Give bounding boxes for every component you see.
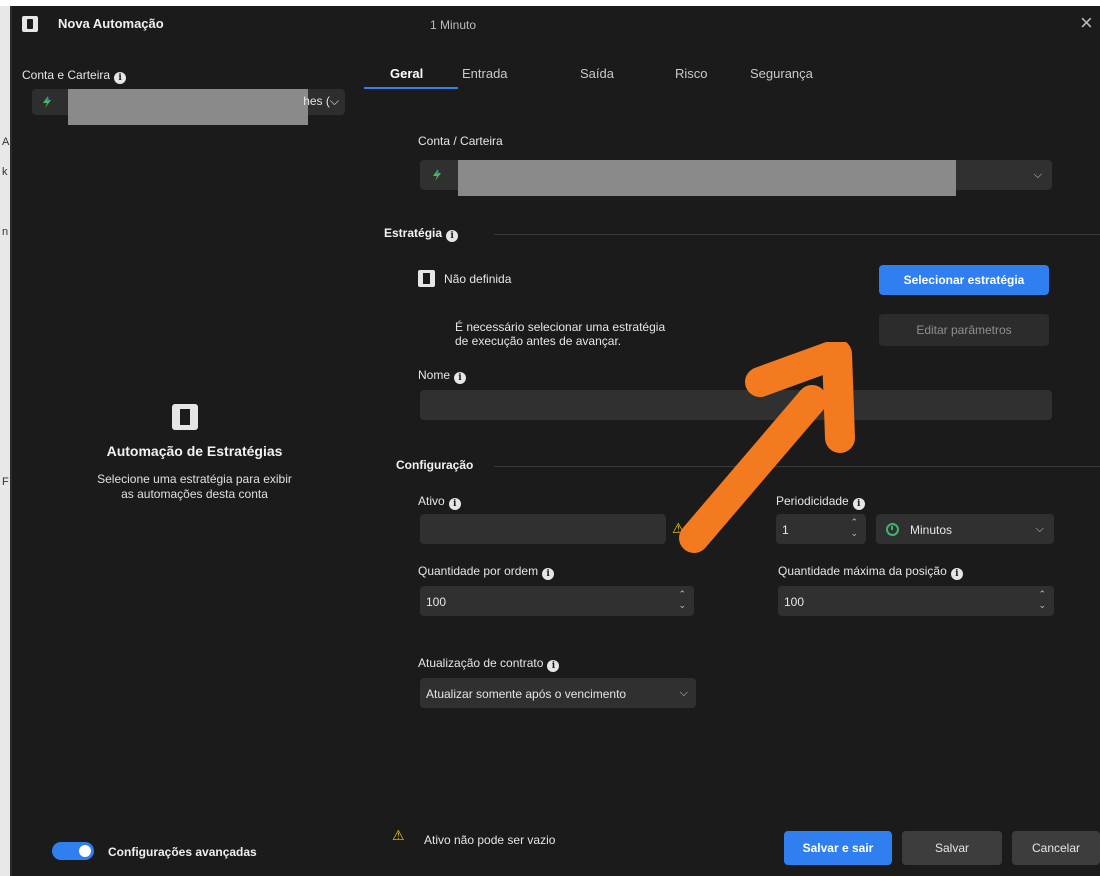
tower-icon: [22, 16, 38, 32]
info-icon: i: [542, 568, 555, 580]
qty-max-input[interactable]: 100 ⌃ ⌄: [778, 586, 1054, 616]
dialog-subtitle: 1 Minuto: [430, 18, 477, 32]
save-button[interactable]: Salvar: [902, 831, 1002, 865]
qty-order-input[interactable]: 100 ⌃ ⌄: [420, 586, 694, 616]
dialog-title: Nova Automação: [58, 16, 164, 31]
bolt-icon: [433, 169, 441, 181]
tower-icon: [172, 404, 198, 430]
title-bar: Nova Automação 1 Minuto ×: [12, 6, 1100, 46]
save-and-exit-button[interactable]: Salvar e sair: [784, 831, 892, 865]
empty-state-title: Automação de Estratégias: [106, 443, 283, 459]
empty-state-description: Selecione uma estratégia para exibir as …: [97, 472, 292, 501]
qty-max-label: Quantidade máxima da posição i: [778, 564, 963, 580]
bolt-icon: [43, 96, 51, 108]
tab-saida[interactable]: Saída: [580, 66, 614, 81]
tab-geral[interactable]: Geral: [390, 66, 423, 81]
tab-entrada[interactable]: Entrada: [462, 66, 508, 81]
info-icon: i: [454, 372, 467, 384]
account-wallet-select[interactable]: hes (⌵: [32, 89, 345, 125]
name-label: Nome i: [418, 368, 467, 384]
advanced-settings-label: Configurações avançadas: [108, 845, 257, 859]
edit-parameters-button[interactable]: Editar parâmetros: [879, 314, 1049, 346]
account-label: Conta / Carteira: [418, 134, 503, 148]
tab-risco[interactable]: Risco: [675, 66, 708, 81]
close-icon[interactable]: ×: [1080, 12, 1093, 34]
background-app-edge: A k n F: [0, 6, 10, 876]
contract-update-label: Atualização de contrato i: [418, 656, 560, 672]
tab-seguranca[interactable]: Segurança: [750, 66, 813, 81]
chevron-down-icon: ⌵: [329, 94, 339, 108]
info-icon: i: [547, 660, 560, 672]
strategy-note: É necessário selecionar uma estratégia d…: [455, 320, 666, 348]
tower-icon: [418, 270, 435, 287]
active-tab-indicator: [364, 87, 458, 89]
info-icon: i: [950, 568, 963, 580]
advanced-settings-toggle[interactable]: [52, 842, 94, 860]
left-pane: Conta e Carteira i hes (⌵ Automação de Es…: [12, 46, 354, 876]
period-unit-value: Minutos: [910, 523, 953, 537]
strategy-value: Não definida: [444, 272, 512, 286]
chevron-down-icon: ⌵: [679, 687, 688, 699]
asset-input[interactable]: [420, 514, 666, 544]
period-unit-select[interactable]: Minutos ⌵: [876, 514, 1054, 544]
account-select-tail: hes (⌵: [303, 94, 339, 108]
cancel-button[interactable]: Cancelar: [1012, 831, 1100, 865]
contract-update-value: Atualizar somente após o vencimento: [426, 687, 627, 701]
qty-order-label: Quantidade por ordem i: [418, 564, 555, 580]
contract-update-select[interactable]: Atualizar somente após o vencimento ⌵: [420, 678, 696, 708]
stepper-icon[interactable]: ⌃ ⌄: [678, 589, 686, 611]
account-select[interactable]: ⌵: [420, 160, 1052, 196]
automation-dialog: Nova Automação 1 Minuto × Conta e Cartei…: [10, 6, 1100, 876]
strategy-section-title: Estratégia i: [384, 226, 459, 242]
info-icon: i: [448, 498, 461, 510]
annotation-arrow-icon: [679, 342, 855, 553]
redacted-account: [68, 89, 308, 125]
select-strategy-button[interactable]: Selecionar estratégia: [879, 265, 1049, 295]
info-icon: i: [446, 230, 459, 242]
config-section-title: Configuração: [396, 458, 474, 472]
account-wallet-label: Conta e Carteira i: [22, 68, 127, 84]
info-icon: i: [114, 72, 127, 84]
stepper-icon[interactable]: ⌃ ⌄: [1038, 589, 1046, 611]
clock-icon: [886, 522, 899, 537]
asset-label: Ativo i: [418, 494, 461, 510]
redacted-account: [458, 160, 956, 196]
chevron-down-icon: ⌵: [1033, 169, 1042, 181]
divider: [494, 234, 1100, 235]
warning-icon: ⚠: [392, 827, 405, 843]
validation-warning: Ativo não pode ser vazio: [424, 833, 556, 847]
tab-bar: Geral Entrada Saída Risco Segurança: [354, 46, 1100, 96]
chevron-down-icon: ⌵: [1035, 523, 1044, 535]
